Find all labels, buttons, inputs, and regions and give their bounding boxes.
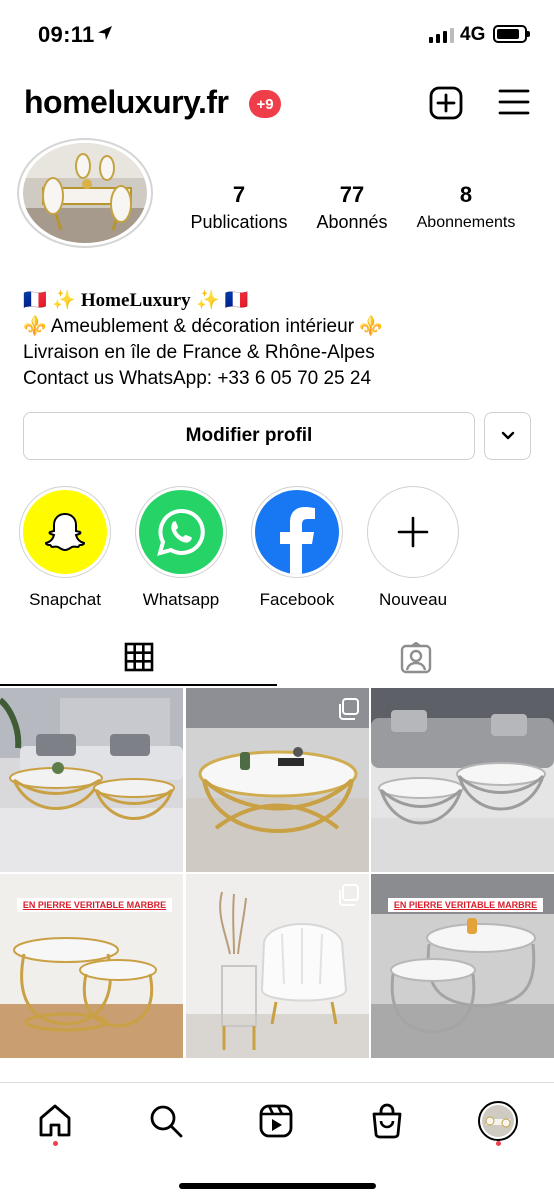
username-title[interactable]: homeluxury.fr <box>24 84 229 121</box>
whatsapp-icon <box>157 508 205 556</box>
reels-icon <box>259 1104 293 1138</box>
nav-home[interactable] <box>33 1099 77 1143</box>
fleur-de-lis-emoji: ⚜️ <box>359 316 383 337</box>
highlight-label: Snapchat <box>29 590 101 609</box>
flag-france-emoji: 🇫🇷 <box>224 290 249 311</box>
post-thumbnail[interactable] <box>185 688 369 872</box>
post-thumbnail[interactable] <box>185 874 369 1058</box>
profile-header: homeluxury.fr +9 <box>0 80 554 130</box>
carousel-icon <box>338 698 359 720</box>
post-image <box>371 688 554 872</box>
sparkles-emoji: ✨ <box>51 290 76 311</box>
fleur-de-lis-emoji: ⚜️ <box>23 316 47 337</box>
profile-bio: 🇫🇷 ✨ HomeLuxury ✨ 🇫🇷 ⚜️ Ameublement & dé… <box>23 288 543 392</box>
stat-followers-label: Abonnés <box>316 212 388 232</box>
battery-icon <box>493 25 530 43</box>
search-icon <box>150 1105 183 1138</box>
stat-publications-count: 7 <box>232 182 246 207</box>
stat-following-label: Abonnements <box>416 214 516 231</box>
highlight-snapchat[interactable]: Snapchat <box>15 486 115 610</box>
profile-avatar-icon <box>478 1101 518 1141</box>
stat-following[interactable]: 8 Abonnements <box>410 182 522 232</box>
home-indicator <box>179 1183 376 1189</box>
snapchat-icon <box>44 512 86 552</box>
carousel-icon <box>338 884 359 906</box>
plus-icon <box>397 516 429 548</box>
highlight-cover <box>139 490 223 574</box>
nav-home-indicator-dot <box>53 1141 58 1146</box>
highlight-cover <box>371 490 455 574</box>
profile-stats: 7 Publications 77 Abonnés 8 Abonnements <box>170 182 540 242</box>
stat-publications-label: Publications <box>190 212 288 232</box>
post-thumbnail[interactable]: EN PIERRE VERITABLE MARBRE <box>371 874 554 1058</box>
facebook-icon <box>280 507 315 574</box>
chevron-down-icon <box>501 431 514 440</box>
stat-publications[interactable]: 7 Publications <box>184 182 294 233</box>
nav-profile[interactable] <box>476 1099 520 1143</box>
post-image <box>0 688 183 872</box>
bio-line-2: ⚜️ Ameublement & décoration intérieur ⚜️ <box>23 314 543 340</box>
tab-tagged[interactable] <box>277 630 554 686</box>
sparkles-emoji: ✨ <box>195 290 220 311</box>
post-thumbnail[interactable] <box>371 688 554 872</box>
nav-search[interactable] <box>144 1099 188 1143</box>
status-bar: 09:11 4G <box>0 0 554 70</box>
flag-france-emoji: 🇫🇷 <box>23 290 47 311</box>
nav-reels[interactable] <box>254 1099 298 1143</box>
highlight-new[interactable]: Nouveau <box>363 486 463 610</box>
status-time: 09:11 <box>38 22 95 47</box>
highlight-cover <box>255 490 339 574</box>
bio-contact[interactable]: Contact us WhatsApp: +33 6 05 70 25 24 <box>23 366 543 392</box>
stat-following-count: 8 <box>459 182 473 207</box>
profile-avatar[interactable] <box>17 138 153 248</box>
shop-bag-icon <box>372 1103 402 1139</box>
stat-followers-count: 77 <box>339 182 365 207</box>
bio-delivery: Livraison en île de France & Rhône-Alpes <box>23 342 375 363</box>
post-banner-text: EN PIERRE VERITABLE MARBRE <box>388 898 543 912</box>
highlight-label: Whatsapp <box>142 590 220 609</box>
post-thumbnail[interactable] <box>0 688 183 872</box>
highlight-label: Nouveau <box>378 590 448 609</box>
cellular-signal-icon <box>429 27 454 43</box>
home-icon <box>39 1104 71 1137</box>
discover-people-button[interactable] <box>484 412 531 460</box>
nav-profile-indicator-dot <box>496 1141 501 1146</box>
post-banner-text: EN PIERRE VERITABLE MARBRE <box>17 898 172 912</box>
edit-profile-button[interactable]: Modifier profil <box>23 412 475 460</box>
highlight-whatsapp[interactable]: Whatsapp <box>131 486 231 610</box>
tagged-person-icon <box>400 642 431 674</box>
notification-badge[interactable]: +9 <box>249 90 281 118</box>
highlight-facebook[interactable]: Facebook <box>247 486 347 610</box>
nav-shop[interactable] <box>365 1099 409 1143</box>
stat-followers[interactable]: 77 Abonnés <box>300 182 404 233</box>
bio-line-1: 🇫🇷 ✨ HomeLuxury ✨ 🇫🇷 <box>23 288 543 314</box>
highlight-cover <box>23 490 107 574</box>
highlight-label: Facebook <box>259 590 335 609</box>
network-type: 4G <box>460 24 486 45</box>
menu-icon[interactable] <box>498 88 530 116</box>
grid-icon <box>124 642 153 672</box>
profile-tabs <box>0 630 554 686</box>
tab-grid[interactable] <box>0 630 277 686</box>
new-post-icon[interactable] <box>429 86 463 120</box>
location-arrow-icon <box>98 26 112 40</box>
post-grid: EN PIERRE VERITABLE MARBRE EN PIERRE VER… <box>0 688 554 1058</box>
post-thumbnail[interactable]: EN PIERRE VERITABLE MARBRE <box>0 874 183 1058</box>
battery-level <box>497 29 520 39</box>
bio-tagline: Ameublement & décoration intérieur <box>50 316 355 337</box>
bio-display-name: HomeLuxury <box>80 290 191 311</box>
